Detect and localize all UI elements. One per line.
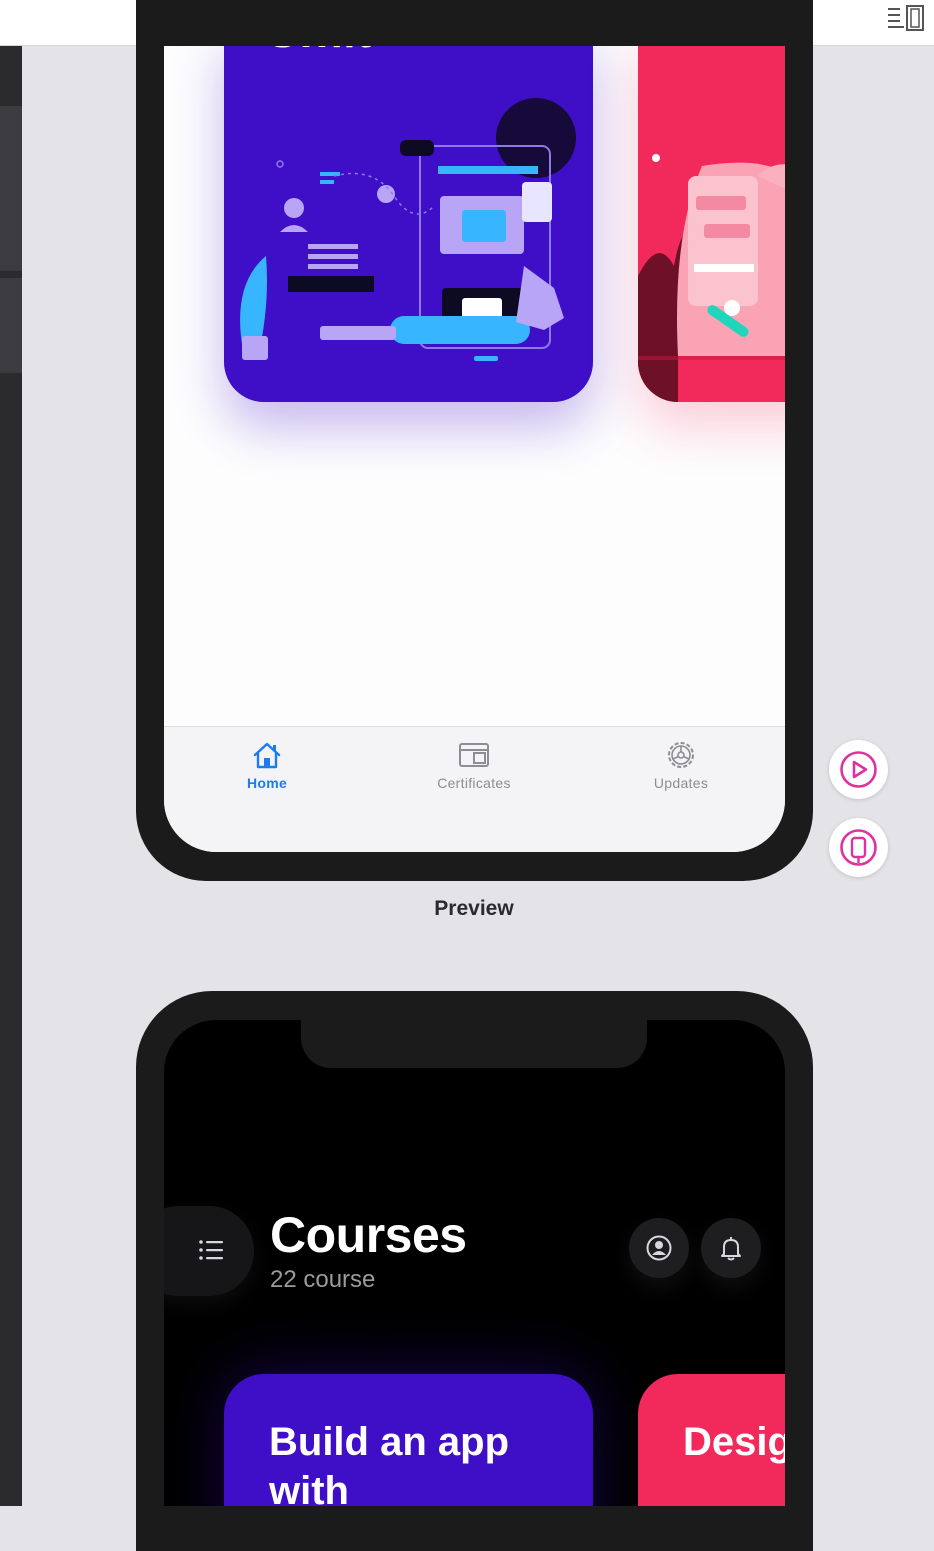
course-illustration (240, 98, 576, 361)
tab-home[interactable]: Home (197, 739, 337, 791)
tab-label-updates: Updates (653, 775, 709, 791)
preview-screen: Swift (164, 46, 785, 852)
device-notch (301, 1020, 647, 1068)
menu-button[interactable] (164, 1206, 254, 1296)
page-title: Courses (270, 1207, 467, 1263)
sidebar-panel (0, 106, 22, 271)
course-card-blue[interactable]: Swift (224, 46, 593, 402)
course-illustration (638, 154, 785, 402)
house-icon (253, 742, 281, 769)
profile-icon (646, 1235, 672, 1261)
course-card-title: Design Course (683, 1420, 785, 1464)
tab-bar: Home Certificates Updates (164, 726, 785, 852)
tab-updates[interactable]: Updates (611, 739, 751, 791)
gear-icon (668, 742, 694, 768)
certificate-frame-icon (459, 743, 489, 767)
device-settings-button[interactable] (829, 818, 888, 877)
tab-certificates[interactable]: Certificates (404, 739, 544, 791)
profile-button[interactable] (629, 1218, 689, 1278)
tab-label-home: Home (246, 775, 288, 791)
notifications-button[interactable] (701, 1218, 761, 1278)
layout-toggle-icon (888, 5, 924, 31)
course-card-title: Build an app with (269, 1420, 509, 1506)
layout-toggle-button[interactable] (886, 3, 926, 33)
course-card-build-app[interactable]: Build an app with (224, 1374, 593, 1506)
list-icon (199, 1240, 223, 1260)
left-sidebar-strip (0, 46, 22, 1506)
play-preview-button[interactable] (829, 740, 888, 799)
courses-screen: Courses 22 course Build an app with Desi… (164, 1020, 785, 1506)
play-icon (840, 751, 877, 788)
course-card-design[interactable]: Design Course (638, 1374, 785, 1506)
device-icon (840, 829, 877, 866)
preview-label: Preview (434, 897, 514, 920)
tab-label-certificates: Certificates (437, 775, 511, 791)
sidebar-panel (0, 278, 22, 373)
course-card-pink[interactable] (638, 46, 785, 402)
course-count: 22 course (270, 1266, 376, 1293)
bell-icon (721, 1237, 741, 1261)
